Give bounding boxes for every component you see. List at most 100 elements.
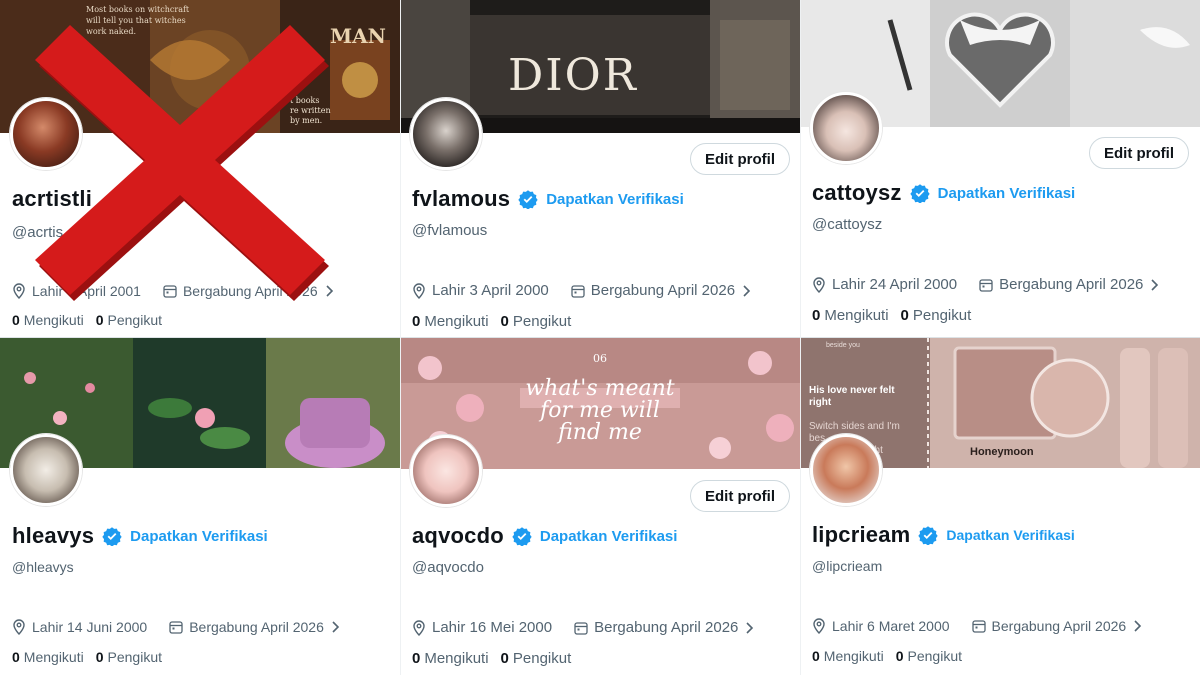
banner-product-label: Honeymoon bbox=[970, 446, 1034, 458]
grid-divider-vertical bbox=[800, 0, 801, 675]
display-name: lipcrieam bbox=[812, 522, 911, 547]
display-name: hleavys bbox=[12, 523, 95, 548]
chevron-right-icon[interactable] bbox=[1149, 278, 1159, 292]
edit-profile-button[interactable]: Edit profil bbox=[690, 480, 790, 512]
following-count: 0 bbox=[412, 313, 421, 330]
chevron-right-icon[interactable] bbox=[744, 621, 754, 635]
avatar[interactable] bbox=[410, 98, 482, 170]
following-label: Mengikuti bbox=[424, 650, 489, 667]
location-pin-icon bbox=[13, 619, 25, 635]
edit-profile-button[interactable]: Edit profil bbox=[1089, 137, 1189, 169]
profile-card-lipcrieam: beside you His love never felt right Swi… bbox=[800, 338, 1200, 675]
display-name: aqvocdo bbox=[412, 523, 504, 548]
following-link[interactable]: 0 Mengikuti bbox=[12, 312, 84, 328]
birth-date: Lahir 6 Maret 2000 bbox=[832, 618, 950, 634]
location-pin-icon bbox=[13, 283, 25, 299]
banner-line: His love never felt bbox=[809, 385, 895, 396]
banner-line: Switch sides and I'm bbox=[809, 421, 900, 432]
calendar-icon bbox=[574, 621, 588, 635]
following-count: 0 bbox=[12, 312, 20, 328]
profile-card-aqvocdo: 06 what's meant for me will find me Edit… bbox=[400, 338, 800, 675]
following-link[interactable]: 0 Mengikuti bbox=[812, 648, 884, 664]
handle: @lipcrieam bbox=[812, 558, 883, 574]
verified-badge-icon bbox=[909, 184, 930, 203]
banner-line: right bbox=[809, 397, 832, 408]
followers-label: Pengikut bbox=[512, 313, 572, 330]
followers-count: 0 bbox=[500, 650, 509, 667]
followers-link[interactable]: 0 Pengikut bbox=[96, 312, 162, 328]
following-link[interactable]: 0 Mengikuti bbox=[12, 649, 84, 665]
avatar[interactable] bbox=[810, 434, 882, 506]
get-verified-link[interactable]: Dapatkan Verifikasi bbox=[946, 527, 1074, 543]
avatar[interactable] bbox=[810, 92, 882, 164]
followers-label: Pengikut bbox=[107, 649, 162, 665]
followers-count: 0 bbox=[895, 648, 904, 664]
get-verified-link[interactable]: Dapatkan Verifikasi bbox=[540, 528, 678, 545]
followers-link[interactable]: 0 Pengikut bbox=[896, 648, 962, 664]
edit-profile-button[interactable]: Edit profil bbox=[690, 143, 790, 175]
handle: @hleavys bbox=[12, 559, 74, 575]
followers-label: Pengikut bbox=[907, 648, 962, 664]
followers-count: 0 bbox=[95, 312, 104, 328]
profile-card-acrtistli: Most books on witchcraft will tell you t… bbox=[0, 0, 400, 338]
following-count: 0 bbox=[812, 648, 820, 664]
followers-label: Pengikut bbox=[107, 312, 162, 328]
join-date: Bergabung April 2026 bbox=[189, 619, 324, 635]
handle: @aqvocdo bbox=[412, 559, 484, 576]
followers-count: 0 bbox=[900, 307, 909, 324]
followers-label: Pengikut bbox=[512, 650, 572, 667]
following-count: 0 bbox=[812, 307, 821, 324]
get-verified-link[interactable]: Dapatkan Verifikasi bbox=[546, 191, 684, 208]
calendar-icon bbox=[979, 278, 993, 292]
following-link[interactable]: 0 Mengikuti bbox=[812, 307, 889, 324]
followers-link[interactable]: 0 Pengikut bbox=[501, 313, 572, 330]
calendar-icon bbox=[169, 621, 183, 634]
followers-link[interactable]: 0 Pengikut bbox=[501, 650, 572, 667]
followers-count: 0 bbox=[500, 313, 509, 330]
get-verified-link[interactable]: Dapatkan Verifikasi bbox=[130, 528, 268, 545]
following-label: Mengikuti bbox=[23, 312, 84, 328]
followers-link[interactable]: 0 Pengikut bbox=[901, 307, 972, 324]
avatar[interactable] bbox=[410, 435, 482, 507]
profile-card-hleavys: hleavys Dapatkan Verifikasi @hleavys Lah… bbox=[0, 338, 400, 675]
followers-count: 0 bbox=[95, 649, 104, 665]
profile-card-cattoysz: Edit profil cattoysz Dapatkan Verifikasi… bbox=[800, 0, 1200, 338]
birth-date: Lahir 14 Juni 2000 bbox=[32, 619, 148, 635]
banner-line: what's meant bbox=[525, 376, 675, 401]
join-date: Bergabung April 2026 bbox=[594, 619, 739, 636]
display-name: fvlamous bbox=[412, 186, 511, 211]
banner-line: find me bbox=[558, 420, 642, 445]
banner-line: for me will bbox=[540, 398, 660, 423]
profile-card-fvlamous: DIOR Edit profil fvlamous Dapatkan Verif… bbox=[400, 0, 800, 338]
get-verified-link[interactable]: Dapatkan Verifikasi bbox=[938, 185, 1076, 202]
chevron-right-icon[interactable] bbox=[330, 620, 340, 634]
banner-book-title: MAN bbox=[330, 24, 386, 48]
following-label: Mengikuti bbox=[23, 649, 84, 665]
banner-lyric: His love never felt right bbox=[809, 385, 895, 409]
birth-date: Lahir 3 April 2000 bbox=[432, 282, 549, 299]
handle: @fvlamous bbox=[412, 222, 488, 239]
following-link[interactable]: 0 Mengikuti bbox=[412, 650, 489, 667]
birth-date: Lahir 24 April 2000 bbox=[832, 276, 958, 293]
avatar[interactable] bbox=[10, 434, 82, 506]
verified-badge-icon bbox=[512, 527, 532, 546]
calendar-icon bbox=[971, 620, 986, 633]
join-date: Bergabung April 2026 bbox=[590, 282, 736, 299]
grid-divider-horizontal bbox=[0, 337, 1200, 338]
followers-link[interactable]: 0 Pengikut bbox=[96, 649, 162, 665]
location-pin-icon bbox=[813, 618, 825, 634]
chevron-right-icon[interactable] bbox=[1132, 619, 1142, 633]
banner-small-caption: beside you bbox=[826, 342, 860, 349]
following-link[interactable]: 0 Mengikuti bbox=[412, 313, 489, 330]
location-pin-icon bbox=[413, 619, 425, 636]
chevron-right-icon[interactable] bbox=[741, 284, 751, 298]
verified-badge-icon bbox=[102, 527, 122, 546]
handle: @cattoysz bbox=[812, 216, 883, 233]
display-name: cattoysz bbox=[812, 180, 902, 205]
location-pin-icon bbox=[813, 276, 825, 293]
followers-label: Pengikut bbox=[912, 307, 972, 324]
following-label: Mengikuti bbox=[823, 648, 884, 664]
birth-date: Lahir 16 Mei 2000 bbox=[432, 619, 553, 636]
following-label: Mengikuti bbox=[824, 307, 889, 324]
join-date: Bergabung April 2026 bbox=[999, 276, 1144, 293]
